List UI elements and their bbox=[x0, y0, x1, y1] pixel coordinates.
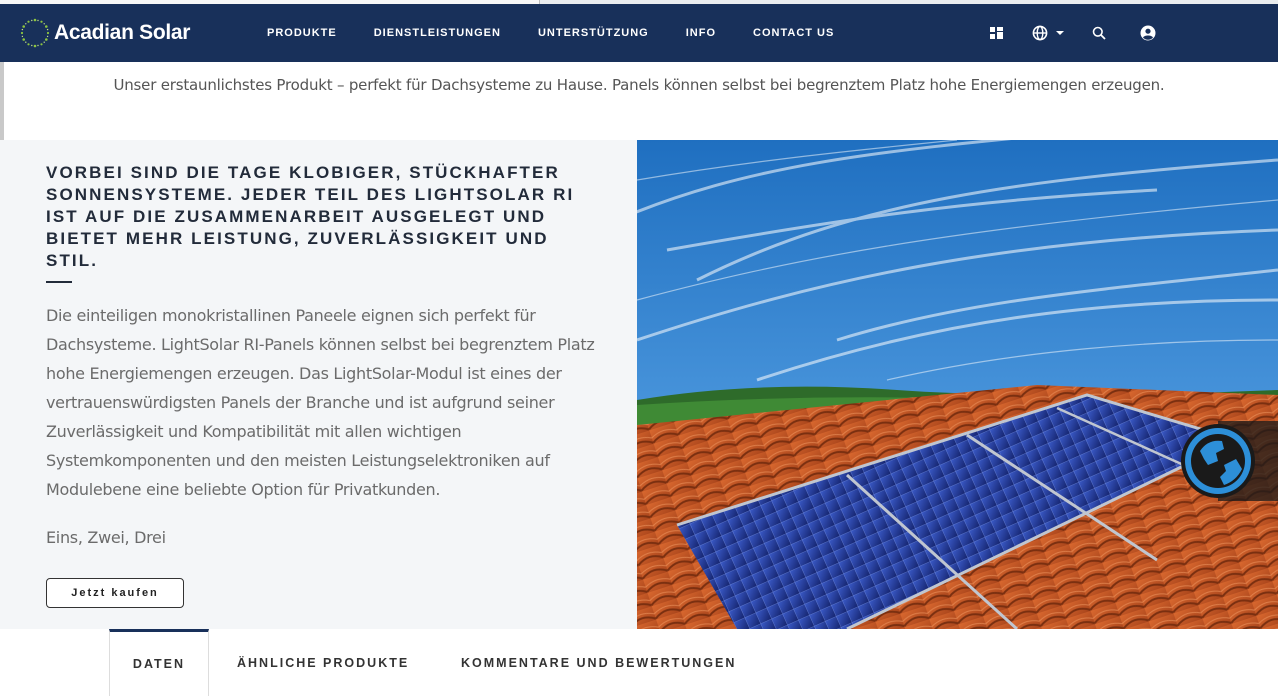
tab-aehnliche-produkte[interactable]: ÄHNLICHE PRODUKTE bbox=[237, 629, 409, 696]
brand-name: Acadian Solar bbox=[54, 21, 191, 44]
tab-daten[interactable]: DATEN bbox=[109, 629, 209, 696]
grid-icon[interactable] bbox=[990, 26, 1004, 40]
nav-link-contact-us[interactable]: CONTACT US bbox=[753, 27, 834, 39]
search-icon[interactable] bbox=[1092, 26, 1106, 40]
product-subtext: Eins, Zwei, Drei bbox=[46, 528, 166, 547]
nav-icons bbox=[990, 4, 1156, 62]
chevron-down-icon[interactable] bbox=[1056, 30, 1064, 36]
star-ring-logo-icon bbox=[18, 16, 52, 50]
product-headline: VORBEI SIND DIE TAGE KLOBIGER, STÜCKHAFT… bbox=[46, 163, 575, 270]
nav-link-produkte[interactable]: PRODUKTE bbox=[267, 27, 337, 39]
floating-globe-icon[interactable] bbox=[1178, 421, 1278, 501]
nav-link-unterstuetzung[interactable]: UNTERSTÜTZUNG bbox=[538, 27, 649, 39]
brand[interactable]: Acadian Solar bbox=[18, 14, 190, 52]
user-icon[interactable] bbox=[1140, 25, 1156, 41]
headline-divider bbox=[46, 281, 72, 283]
nav-link-info[interactable]: INFO bbox=[686, 27, 716, 39]
nav-links: PRODUKTE DIENSTLEISTUNGEN UNTERSTÜTZUNG … bbox=[267, 4, 871, 62]
hero-image-solar-roof bbox=[637, 140, 1278, 629]
nav-link-dienstleistungen[interactable]: DIENSTLEISTUNGEN bbox=[374, 27, 501, 39]
tab-kommentare-und-bewertungen[interactable]: KOMMENTARE UND BEWERTUNGEN bbox=[461, 629, 736, 696]
tagline: Unser erstaunlichstes Produkt – perfekt … bbox=[113, 76, 1165, 94]
product-description: Die einteiligen monokristallinen Paneele… bbox=[46, 306, 595, 499]
buy-now-button[interactable]: Jetzt kaufen bbox=[46, 578, 184, 608]
globe-icon[interactable] bbox=[1032, 25, 1048, 41]
product-tabs: DATEN ÄHNLICHE PRODUKTE KOMMENTARE UND B… bbox=[0, 629, 1278, 696]
main-navbar: Acadian Solar PRODUKTE DIENSTLEISTUNGEN … bbox=[0, 4, 1278, 62]
